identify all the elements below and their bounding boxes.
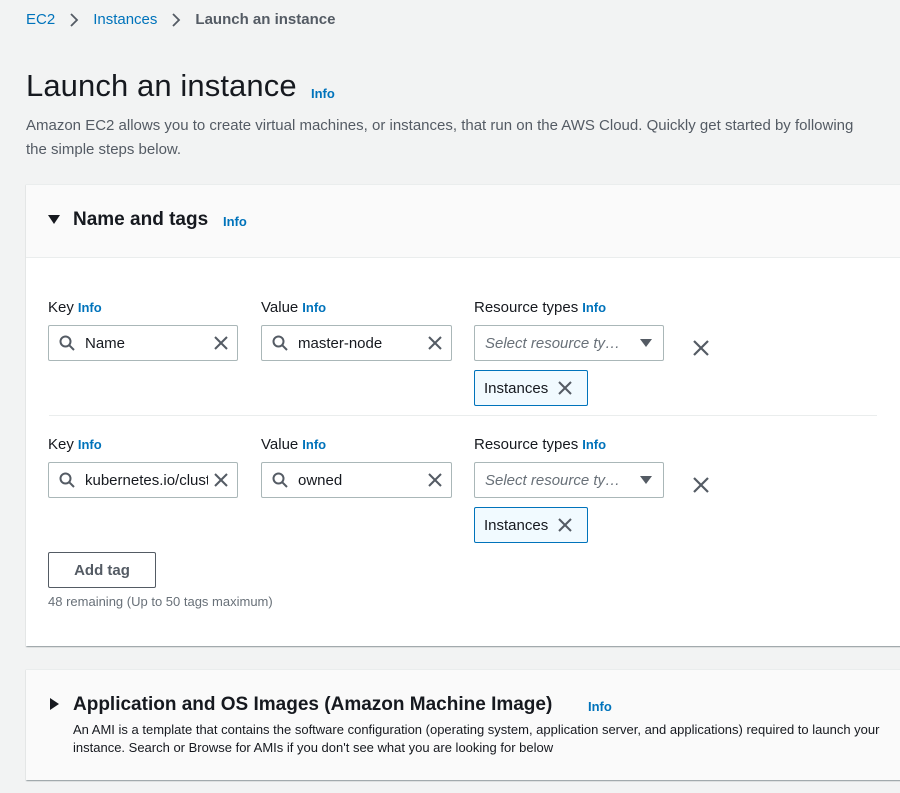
remove-tag-icon[interactable] bbox=[693, 477, 709, 493]
resource-types-label: Resource types Info bbox=[474, 299, 606, 316]
search-icon bbox=[59, 335, 75, 351]
chevron-right-icon bbox=[171, 12, 181, 27]
resource-types-info-link[interactable]: Info bbox=[582, 300, 606, 315]
clear-icon[interactable] bbox=[428, 336, 442, 350]
key-info-link[interactable]: Info bbox=[78, 300, 102, 315]
ami-title: Application and OS Images (Amazon Machin… bbox=[73, 694, 553, 715]
value-label: Value Info bbox=[261, 299, 326, 316]
name-and-tags-panel: Name and tags Info Key Info Value Info Res… bbox=[26, 184, 900, 646]
resource-types-select[interactable]: Select resource ty… bbox=[474, 325, 664, 361]
caret-down-icon[interactable] bbox=[48, 215, 60, 224]
breadcrumb: EC2 Instances Launch an instance bbox=[26, 11, 335, 28]
tag-key-value[interactable]: Name bbox=[85, 335, 208, 352]
tag-key-input[interactable]: kubernetes.io/cluster/kubernetes bbox=[48, 462, 238, 498]
clear-icon[interactable] bbox=[214, 336, 228, 350]
name-and-tags-title: Name and tags bbox=[73, 209, 209, 230]
resource-types-placeholder: Select resource ty… bbox=[485, 334, 621, 352]
resource-types-label-text: Resource types bbox=[474, 299, 579, 316]
value-label-text: Value bbox=[261, 299, 299, 316]
chevron-right-icon bbox=[69, 12, 79, 27]
resource-types-select[interactable]: Select resource ty… bbox=[474, 462, 664, 498]
ami-info-link[interactable]: Info bbox=[588, 699, 612, 714]
resource-type-token: Instances bbox=[474, 370, 588, 406]
value-label: Value Info bbox=[261, 436, 326, 453]
key-label: Key Info bbox=[48, 436, 102, 453]
page-title: Launch an instance bbox=[26, 68, 297, 103]
search-icon bbox=[59, 472, 75, 488]
ami-panel[interactable]: Application and OS Images (Amazon Machin… bbox=[26, 669, 900, 780]
breadcrumb-ec2-link[interactable]: EC2 bbox=[26, 11, 55, 28]
resource-types-label-text: Resource types bbox=[474, 436, 579, 453]
dismiss-token-icon[interactable] bbox=[558, 518, 572, 532]
ami-description: An AMI is a template that contains the s… bbox=[73, 722, 880, 755]
remove-tag-icon[interactable] bbox=[693, 340, 709, 356]
caret-down-icon bbox=[640, 476, 652, 484]
add-tag-button[interactable]: Add tag bbox=[48, 552, 156, 588]
key-label: Key Info bbox=[48, 299, 102, 316]
name-and-tags-info-link[interactable]: Info bbox=[223, 214, 247, 229]
caret-down-icon bbox=[640, 339, 652, 347]
search-icon bbox=[272, 472, 288, 488]
page-description: Amazon EC2 allows you to create virtual … bbox=[26, 117, 854, 158]
key-label-text: Key bbox=[48, 299, 74, 316]
name-and-tags-header[interactable]: Name and tags Info bbox=[26, 185, 900, 258]
resource-types-placeholder: Select resource ty… bbox=[485, 471, 621, 489]
resource-types-info-link[interactable]: Info bbox=[582, 437, 606, 452]
clear-icon[interactable] bbox=[214, 473, 228, 487]
tags-remaining-text: 48 remaining (Up to 50 tags maximum) bbox=[48, 594, 273, 609]
resource-type-token-label: Instances bbox=[484, 516, 549, 534]
clear-icon[interactable] bbox=[428, 473, 442, 487]
tag-value-input[interactable]: owned bbox=[261, 462, 452, 498]
caret-right-icon[interactable] bbox=[50, 698, 59, 710]
title-info-link[interactable]: Info bbox=[311, 86, 335, 101]
row-divider bbox=[49, 415, 877, 416]
key-label-text: Key bbox=[48, 436, 74, 453]
tag-value-value[interactable]: master-node bbox=[298, 335, 422, 352]
tag-value-input[interactable]: master-node bbox=[261, 325, 452, 361]
breadcrumb-instances-link[interactable]: Instances bbox=[93, 11, 157, 28]
search-icon bbox=[272, 335, 288, 351]
tag-key-value[interactable]: kubernetes.io/cluster/kubernetes bbox=[85, 472, 208, 489]
key-info-link[interactable]: Info bbox=[78, 437, 102, 452]
breadcrumb-current: Launch an instance bbox=[195, 11, 336, 28]
value-info-link[interactable]: Info bbox=[302, 437, 326, 452]
resource-type-token: Instances bbox=[474, 507, 588, 543]
value-info-link[interactable]: Info bbox=[302, 300, 326, 315]
dismiss-token-icon[interactable] bbox=[558, 381, 572, 395]
tag-value-value[interactable]: owned bbox=[298, 472, 422, 489]
tag-key-input[interactable]: Name bbox=[48, 325, 238, 361]
resource-types-label: Resource types Info bbox=[474, 436, 606, 453]
value-label-text: Value bbox=[261, 436, 299, 453]
resource-type-token-label: Instances bbox=[484, 379, 549, 397]
